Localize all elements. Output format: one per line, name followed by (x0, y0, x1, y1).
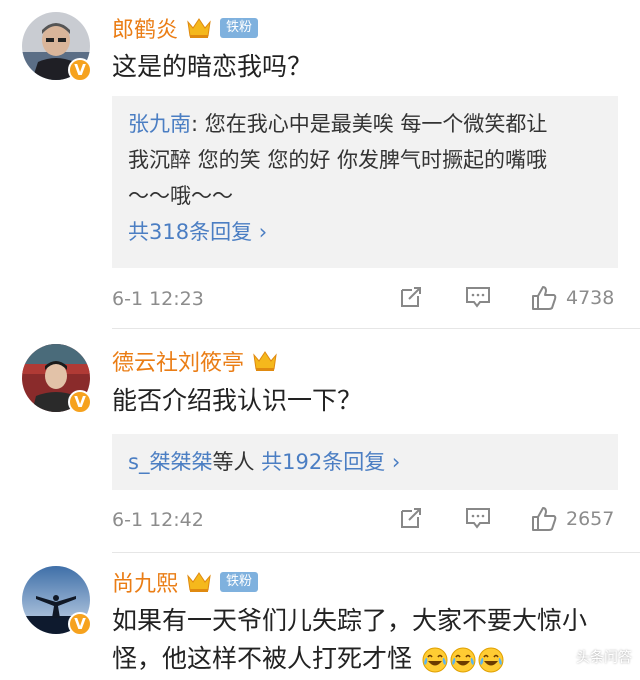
laugh-cry-emoji-icon (450, 647, 476, 673)
reply-text: : 您在我心中是最美唉 每一个微笑都让 (191, 112, 548, 136)
more-replies-link[interactable]: 共192条回复 › (261, 450, 400, 474)
laugh-cry-emoji-icon (422, 647, 448, 673)
divider (112, 328, 640, 329)
comment-author[interactable]: 郎鹤炎 铁粉 (112, 12, 259, 44)
comment-meta: 6-1 12:23 4738 (112, 282, 622, 316)
reply-box[interactable]: s_桀桀桀等人 共192条回复 › (112, 434, 618, 490)
comment-icon[interactable] (464, 284, 492, 310)
fan-badge: 铁粉 (220, 572, 259, 592)
repost-icon[interactable] (398, 284, 424, 310)
comment-text-line: 如果有一天爷们儿失踪了，大家不要大惊小 (112, 606, 588, 635)
more-replies-link[interactable]: 共318条回复 › (128, 214, 602, 250)
timestamp: 6-1 12:42 (112, 509, 204, 531)
thumbs-up-icon (532, 507, 557, 531)
like-button[interactable]: 4738 (530, 284, 614, 312)
watermark: 头条问答 (552, 647, 632, 667)
verified-badge-icon: V (68, 58, 92, 82)
verified-badge-icon: V (68, 612, 92, 636)
author-name[interactable]: 郎鹤炎 (112, 12, 178, 44)
author-name[interactable]: 尚九熙 (112, 566, 178, 598)
verified-badge-icon: V (68, 390, 92, 414)
reply-line: 我沉醉 您的笑 您的好 你发脾气时撅起的嘴哦 (128, 148, 548, 172)
comment-author[interactable]: 尚九熙 铁粉 (112, 566, 259, 598)
reply-line: ～～哦～～ (128, 184, 233, 208)
like-count: 2657 (566, 508, 615, 530)
repost-icon[interactable] (398, 505, 424, 531)
laugh-cry-emoji-icon (478, 647, 504, 673)
avatar[interactable]: V (22, 344, 92, 414)
toutiao-logo-icon (553, 648, 571, 666)
comment-icon[interactable] (464, 505, 492, 531)
timestamp: 6-1 12:23 (112, 288, 204, 310)
watermark-text: 头条问答 (576, 650, 632, 666)
comment-meta: 6-1 12:42 2657 (112, 503, 622, 537)
avatar[interactable]: V (22, 566, 92, 636)
author-name[interactable]: 德云社刘筱亭 (112, 345, 244, 377)
comment-author[interactable]: 德云社刘筱亭 (112, 345, 278, 377)
reply-author[interactable]: s_桀桀桀 (128, 450, 212, 474)
like-count: 4738 (566, 287, 615, 309)
crown-icon (186, 570, 212, 594)
thumbs-up-icon (532, 286, 557, 310)
reply-line: 张九南: 您在我心中是最美唉 每一个微笑都让 (128, 106, 602, 142)
comment-text: 能否介绍我认识一下？ (112, 386, 363, 415)
like-button[interactable]: 2657 (530, 505, 614, 533)
reply-text: 等人 (212, 450, 262, 474)
divider (112, 552, 640, 553)
fan-badge: 铁粉 (220, 18, 259, 38)
avatar[interactable]: V (22, 12, 92, 82)
crown-icon (252, 349, 278, 373)
comment-text: 怪，他这样不被人打死才怪 (112, 644, 413, 673)
reply-author[interactable]: 张九南 (128, 112, 191, 136)
comment-text-line: 怪，他这样不被人打死才怪 (112, 638, 504, 680)
reply-box[interactable]: 张九南: 您在我心中是最美唉 每一个微笑都让 我沉醉 您的笑 您的好 你发脾气时… (112, 96, 618, 268)
crown-icon (186, 16, 212, 40)
comment-text: 这是的暗恋我吗？ (112, 52, 313, 81)
